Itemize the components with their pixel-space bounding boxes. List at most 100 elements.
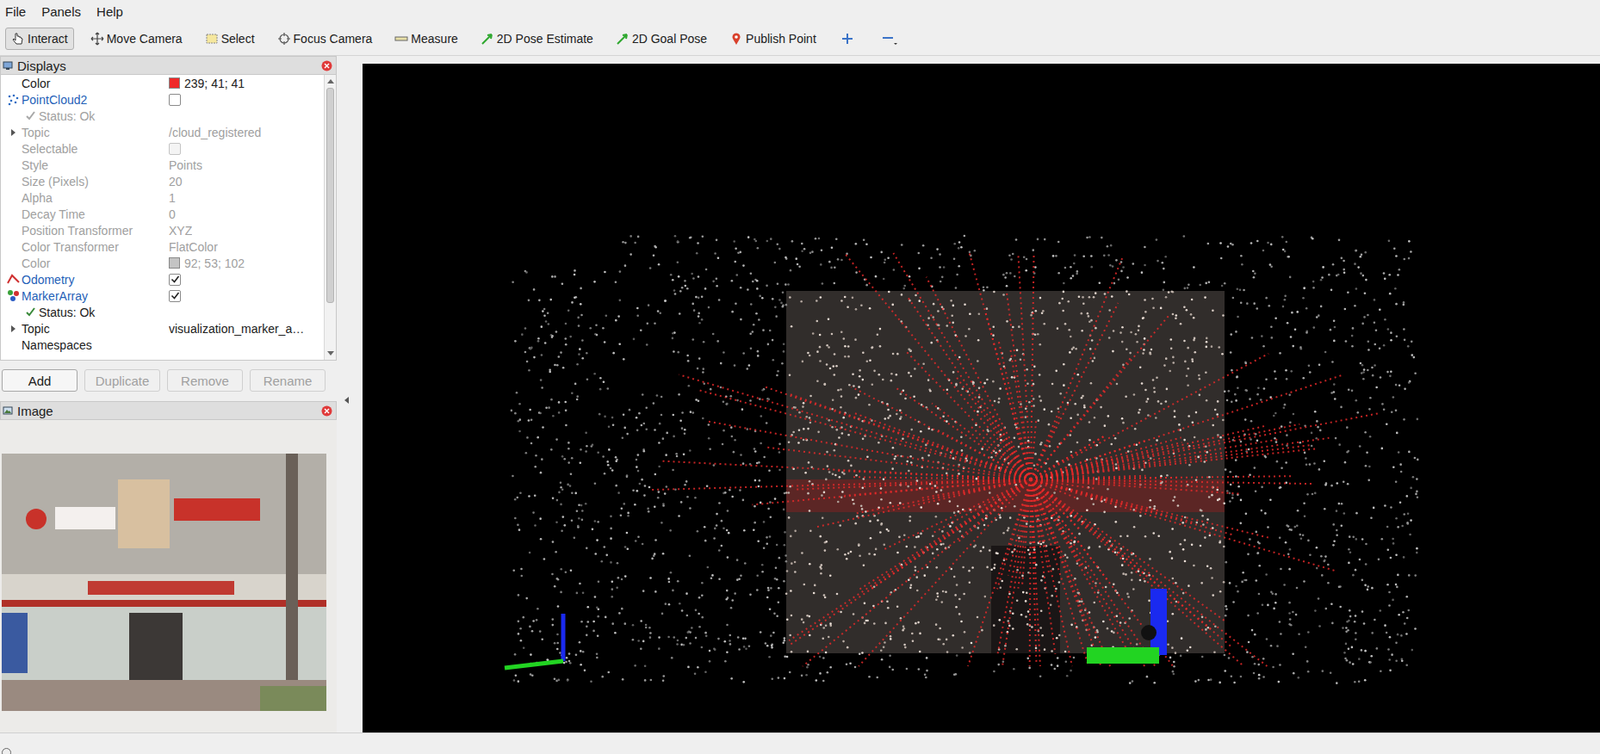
row-value: /cloud_registered [168, 125, 261, 140]
tool-button[interactable]: Publish Point [723, 27, 823, 50]
odometry-icon [6, 272, 20, 286]
row-name: Odometry [21, 272, 75, 287]
interact-icon [11, 31, 25, 46]
color-swatch [168, 257, 180, 269]
tree-row[interactable]: Odometry [0, 271, 324, 288]
tool-action-button[interactable] [872, 26, 907, 51]
select-icon [204, 31, 219, 46]
rviz-window: File Panels Help Interact Move Camera Select F… [0, 0, 1600, 754]
pointcloud-icon [6, 93, 20, 106]
tool-button[interactable]: Focus Camera [271, 27, 379, 50]
panel-button[interactable]: Duplicate [84, 369, 161, 392]
tool-button[interactable]: Interact [5, 27, 75, 50]
row-value: 20 [168, 174, 183, 189]
scrollbar[interactable] [323, 74, 336, 360]
checkbox[interactable] [168, 290, 181, 303]
tick-icon [170, 274, 180, 285]
row-name: Status: Ok [38, 109, 95, 124]
row-value: Points [168, 158, 203, 173]
row-value: 239; 41; 41 [184, 76, 245, 91]
row-name: Alpha [21, 191, 53, 205]
displays-tree: Color239; 41; 41PointCloud2Status: OkTop… [0, 74, 337, 361]
image-title-bar: Image [0, 401, 337, 421]
main-area: DisplaysColor239; 41; 41PointCloud2Statu… [0, 55, 1600, 733]
panel-button[interactable]: Rename [249, 369, 326, 392]
row-name: Color [21, 76, 50, 91]
move-icon [90, 31, 105, 46]
collapse-arrow-icon[interactable] [344, 396, 349, 404]
camera-image [1, 453, 327, 712]
tree-row[interactable]: Style Points [0, 156, 324, 174]
plus-icon [840, 31, 855, 46]
tree-row[interactable]: Color TransformerFlatColor [0, 238, 324, 255]
row-name: Color Transformer [21, 240, 119, 255]
row-name: Style [21, 158, 49, 173]
point-icon [729, 31, 744, 46]
tool-action-button[interactable] [832, 27, 863, 50]
tool-button[interactable]: Move Camera [84, 27, 189, 50]
tool-button[interactable]: 2D Goal Pose [609, 27, 714, 50]
tree-row[interactable]: Selectable [0, 140, 324, 157]
row-value: XYZ [168, 223, 193, 238]
markerarray-icon [6, 289, 20, 303]
panel-button[interactable]: Remove [167, 369, 243, 392]
row-name: Size (Pixels) [21, 174, 89, 189]
expand-arrow-icon[interactable] [11, 129, 16, 137]
menu-item[interactable]: Help [96, 4, 124, 19]
row-value: 1 [168, 191, 176, 205]
dock-splitter[interactable] [336, 55, 363, 733]
tree-row[interactable]: Alpha 1 [0, 189, 324, 206]
row-value: visualization_marker_a… [168, 322, 304, 336]
tree-row[interactable]: Decay Time0 [0, 205, 324, 223]
scroll-track [324, 87, 336, 348]
tree-rows: Color239; 41; 41PointCloud2Status: OkTop… [0, 74, 324, 360]
close-icon[interactable] [321, 60, 333, 72]
tree-row[interactable]: Size (Pixels) 20 [0, 173, 324, 190]
focus-icon [277, 31, 292, 46]
tree-row[interactable]: Topicvisualization_marker_a… [0, 320, 324, 337]
tool-button[interactable]: Measure [388, 27, 464, 50]
color-swatch [168, 77, 180, 89]
tool-button[interactable]: 2D Pose Estimate [474, 27, 600, 50]
row-name: Selectable [21, 142, 78, 156]
clock-icon [1, 748, 12, 754]
scroll-up-icon[interactable] [327, 79, 335, 84]
tree-row[interactable]: Color 239; 41; 41 [0, 74, 324, 92]
row-name: MarkerArray [21, 289, 88, 304]
time-panel-edge [0, 732, 1600, 754]
close-icon[interactable] [321, 405, 333, 417]
3d-render-view[interactable] [362, 63, 1600, 735]
pose-icon [480, 31, 495, 46]
panel-button[interactable]: Add [1, 369, 78, 392]
menu-bar: File Panels Help [0, 0, 1600, 23]
tree-row[interactable]: Topic/cloud_registered [0, 124, 324, 141]
tree-row[interactable]: PointCloud2 [0, 91, 324, 108]
tree-row[interactable]: Position TransformerXYZ [0, 222, 324, 239]
row-value: 92; 53; 102 [184, 256, 245, 271]
menu-item[interactable]: Panels [41, 4, 81, 19]
scroll-thumb[interactable] [326, 87, 335, 304]
goal-icon [615, 31, 630, 46]
tree-row[interactable]: MarkerArray [0, 287, 324, 304]
check-icon [24, 306, 37, 318]
image-view [0, 420, 337, 733]
expand-arrow-icon[interactable] [11, 325, 16, 333]
scroll-down-icon[interactable] [327, 351, 335, 356]
row-name: Namespaces [21, 338, 93, 353]
image-icon [2, 405, 13, 416]
left-dock: DisplaysColor239; 41; 41PointCloud2Statu… [0, 55, 337, 733]
displays-title-bar: Displays [0, 55, 337, 75]
tool-button[interactable]: Select [198, 27, 261, 50]
row-name: Decay Time [21, 207, 86, 222]
tree-row[interactable]: Color92; 53; 102 [0, 254, 324, 272]
checkbox[interactable] [168, 273, 181, 286]
tree-row[interactable]: Status: Ok [0, 107, 324, 125]
measure-icon [394, 31, 409, 46]
minus-icon [880, 31, 900, 47]
point-cloud-scene [362, 63, 1600, 735]
menu-item[interactable]: File [5, 4, 26, 19]
checkbox[interactable] [168, 142, 181, 156]
tree-row[interactable]: Namespaces [0, 336, 324, 354]
tree-row[interactable]: Status: Ok [0, 303, 324, 321]
checkbox[interactable] [168, 93, 181, 106]
